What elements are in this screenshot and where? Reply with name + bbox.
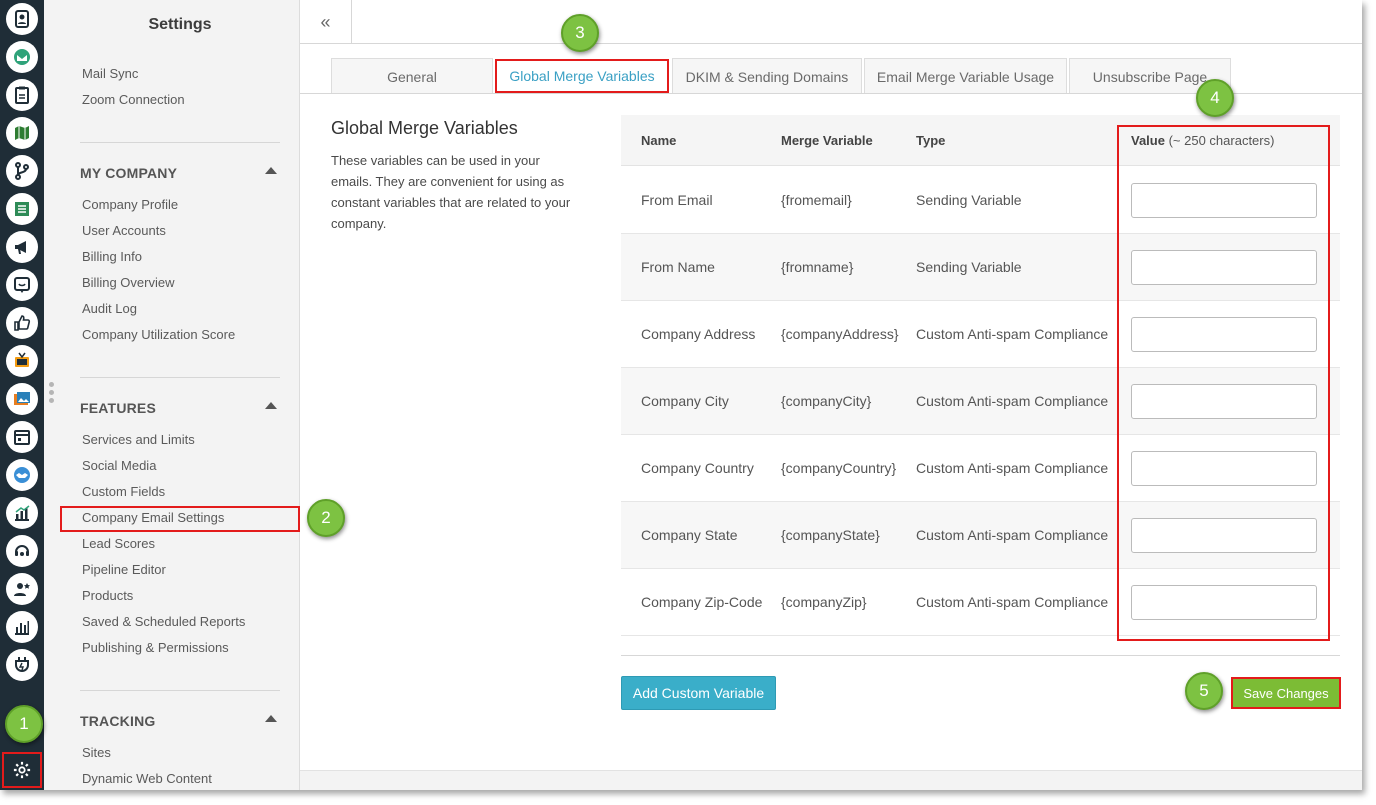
- resize-handle[interactable]: [49, 382, 55, 406]
- sidebar-item-saved-scheduled-reports[interactable]: Saved & Scheduled Reports: [82, 614, 245, 629]
- divider: [80, 377, 280, 378]
- sidebar-title: Settings: [148, 16, 212, 33]
- reports-icon[interactable]: [6, 611, 38, 643]
- row-type: Custom Anti-spam Compliance: [916, 326, 1109, 342]
- sidebar-item-billing-info[interactable]: Billing Info: [82, 249, 142, 264]
- app-icon-rail: [0, 0, 44, 790]
- sidebar-item-lead-scores[interactable]: Lead Scores: [82, 536, 155, 551]
- sidebar-item-social-media[interactable]: Social Media: [82, 458, 156, 473]
- tab-dkim-sending-domains[interactable]: DKIM & Sending Domains: [672, 58, 862, 94]
- row-name: Company Zip-Code: [641, 594, 763, 610]
- sidebar-item-pipeline-editor[interactable]: Pipeline Editor: [82, 562, 166, 577]
- like-icon[interactable]: [6, 307, 38, 339]
- row-merge-variable: {fromname}: [781, 259, 854, 275]
- row-merge-variable: {companyCity}: [781, 393, 872, 409]
- callout-badge: 5: [1185, 672, 1223, 710]
- footer-strip: [300, 770, 1362, 790]
- contacts-icon[interactable]: [6, 3, 38, 35]
- row-type: Custom Anti-spam Compliance: [916, 527, 1109, 543]
- settings-sidebar: Settings Mail Sync Zoom Connection MY CO…: [60, 0, 300, 790]
- email-icon[interactable]: [6, 41, 38, 73]
- divider: [80, 142, 280, 143]
- sidebar-item-company-profile[interactable]: Company Profile: [82, 197, 178, 212]
- sidebar-item-company-utilization-score[interactable]: Company Utilization Score: [82, 327, 235, 342]
- user-star-icon[interactable]: [6, 573, 38, 605]
- plugin-icon[interactable]: [6, 649, 38, 681]
- column-header-type: Type: [916, 133, 946, 148]
- sidebar-item-company-email-settings[interactable]: Company Email Settings: [82, 510, 224, 525]
- column-header-merge-variable: Merge Variable: [781, 133, 873, 148]
- row-name: Company Address: [641, 326, 756, 342]
- tab-general[interactable]: General: [331, 58, 493, 94]
- sidebar-item-products[interactable]: Products: [82, 588, 133, 603]
- collapse-caret-icon[interactable]: [265, 402, 277, 409]
- add-custom-variable-button[interactable]: Add Custom Variable: [621, 676, 776, 710]
- lists-icon[interactable]: [6, 193, 38, 225]
- row-name: Company Country: [641, 460, 754, 476]
- value-column-highlight: [1117, 125, 1330, 641]
- row-name: From Email: [641, 192, 713, 208]
- save-changes-button[interactable]: Save Changes: [1231, 677, 1341, 709]
- row-merge-variable: {companyZip}: [781, 594, 867, 610]
- table-divider: [621, 655, 1340, 656]
- calendar-icon[interactable]: [6, 421, 38, 453]
- row-merge-variable: {companyCountry}: [781, 460, 897, 476]
- row-name: Company City: [641, 393, 729, 409]
- sidebar-item-services-and-limits[interactable]: Services and Limits: [82, 432, 195, 447]
- tab-global-merge-variables[interactable]: Global Merge Variables: [495, 59, 669, 93]
- row-type: Custom Anti-spam Compliance: [916, 594, 1109, 610]
- sidebar-item-custom-fields[interactable]: Custom Fields: [82, 484, 165, 499]
- row-type: Custom Anti-spam Compliance: [916, 393, 1109, 409]
- row-type: Sending Variable: [916, 192, 1022, 208]
- page-title: Global Merge Variables: [331, 118, 518, 138]
- top-bar: «: [300, 0, 1362, 44]
- sidebar-item-user-accounts[interactable]: User Accounts: [82, 223, 166, 238]
- settings-gear-icon[interactable]: [2, 752, 42, 788]
- row-merge-variable: {companyAddress}: [781, 326, 899, 342]
- handshake-icon[interactable]: [6, 459, 38, 491]
- media-icon[interactable]: [6, 383, 38, 415]
- support-icon[interactable]: [6, 535, 38, 567]
- callout-badge: 4: [1196, 79, 1234, 117]
- row-name: Company State: [641, 527, 738, 543]
- tab-email-merge-variable-usage[interactable]: Email Merge Variable Usage: [864, 58, 1067, 94]
- pipeline-icon[interactable]: [6, 155, 38, 187]
- sidebar-item-audit-log[interactable]: Audit Log: [82, 301, 137, 316]
- section-features[interactable]: FEATURES: [80, 400, 156, 416]
- campaign-icon[interactable]: [6, 231, 38, 263]
- sidebar-item-mail-sync[interactable]: Mail Sync: [82, 66, 138, 81]
- sidebar-item-zoom-connection[interactable]: Zoom Connection: [82, 92, 185, 107]
- collapse-caret-icon[interactable]: [265, 715, 277, 722]
- row-merge-variable: {fromemail}: [781, 192, 852, 208]
- app-window: Settings Mail Sync Zoom Connection MY CO…: [0, 0, 1362, 790]
- sidebar-item-publishing-permissions[interactable]: Publishing & Permissions: [82, 640, 229, 655]
- callout-badge: 1: [5, 705, 43, 743]
- column-header-name: Name: [641, 133, 677, 148]
- row-name: From Name: [641, 259, 715, 275]
- feedback-icon[interactable]: [6, 269, 38, 301]
- collapse-sidebar-button[interactable]: «: [300, 0, 352, 44]
- divider: [80, 690, 280, 691]
- page-description: These variables can be used in your emai…: [331, 153, 571, 231]
- tv-icon[interactable]: [6, 345, 38, 377]
- sidebar-item-sites[interactable]: Sites: [82, 745, 111, 760]
- row-type: Sending Variable: [916, 259, 1022, 275]
- callout-badge: 3: [561, 14, 599, 52]
- section-tracking[interactable]: TRACKING: [80, 713, 155, 729]
- sidebar-item-billing-overview[interactable]: Billing Overview: [82, 275, 174, 290]
- callout-badge: 2: [307, 499, 345, 537]
- collapse-caret-icon[interactable]: [265, 167, 277, 174]
- row-type: Custom Anti-spam Compliance: [916, 460, 1109, 476]
- map-icon[interactable]: [6, 117, 38, 149]
- analytics-icon[interactable]: [6, 497, 38, 529]
- row-merge-variable: {companyState}: [781, 527, 880, 543]
- sidebar-item-dynamic-web-content[interactable]: Dynamic Web Content: [82, 771, 212, 786]
- section-my-company[interactable]: MY COMPANY: [80, 165, 177, 181]
- tasks-icon[interactable]: [6, 79, 38, 111]
